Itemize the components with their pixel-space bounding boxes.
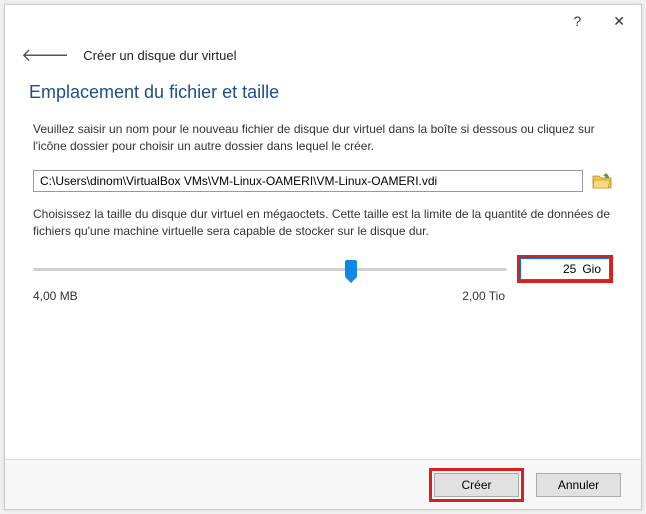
- close-icon[interactable]: ✕: [605, 9, 633, 34]
- cancel-button[interactable]: Annuler: [536, 473, 621, 497]
- size-input[interactable]: [520, 258, 580, 280]
- titlebar: ? ✕: [5, 5, 641, 37]
- slider-rail: [33, 268, 507, 271]
- slider-labels: 4,00 MB 2,00 Tio: [29, 289, 509, 303]
- slider-min-label: 4,00 MB: [33, 289, 78, 303]
- path-row: [29, 170, 617, 192]
- create-button-highlight: Créer: [429, 468, 524, 502]
- back-arrow-icon[interactable]: 🡐: [21, 45, 69, 66]
- size-unit-label: Gio: [580, 258, 610, 280]
- create-button[interactable]: Créer: [434, 473, 519, 497]
- content-area: Emplacement du fichier et taille Veuille…: [5, 82, 641, 459]
- help-icon[interactable]: ?: [565, 9, 589, 33]
- section-heading: Emplacement du fichier et taille: [29, 82, 617, 103]
- description-path: Veuillez saisir un nom pour le nouveau f…: [29, 121, 617, 156]
- path-input[interactable]: [33, 170, 583, 192]
- size-value-highlight: Gio: [517, 255, 613, 283]
- page-title: Créer un disque dur virtuel: [83, 48, 236, 63]
- folder-browse-icon[interactable]: [591, 171, 613, 191]
- header-row: 🡐 Créer un disque dur virtuel: [5, 37, 641, 82]
- size-slider[interactable]: [33, 259, 507, 279]
- description-size: Choisissez la taille du disque dur virtu…: [29, 206, 617, 241]
- dialog-window: ? ✕ 🡐 Créer un disque dur virtuel Emplac…: [4, 4, 642, 510]
- footer: Créer Annuler: [5, 459, 641, 509]
- slider-max-label: 2,00 Tio: [462, 289, 505, 303]
- slider-thumb[interactable]: [345, 260, 357, 278]
- slider-row: Gio: [29, 255, 617, 283]
